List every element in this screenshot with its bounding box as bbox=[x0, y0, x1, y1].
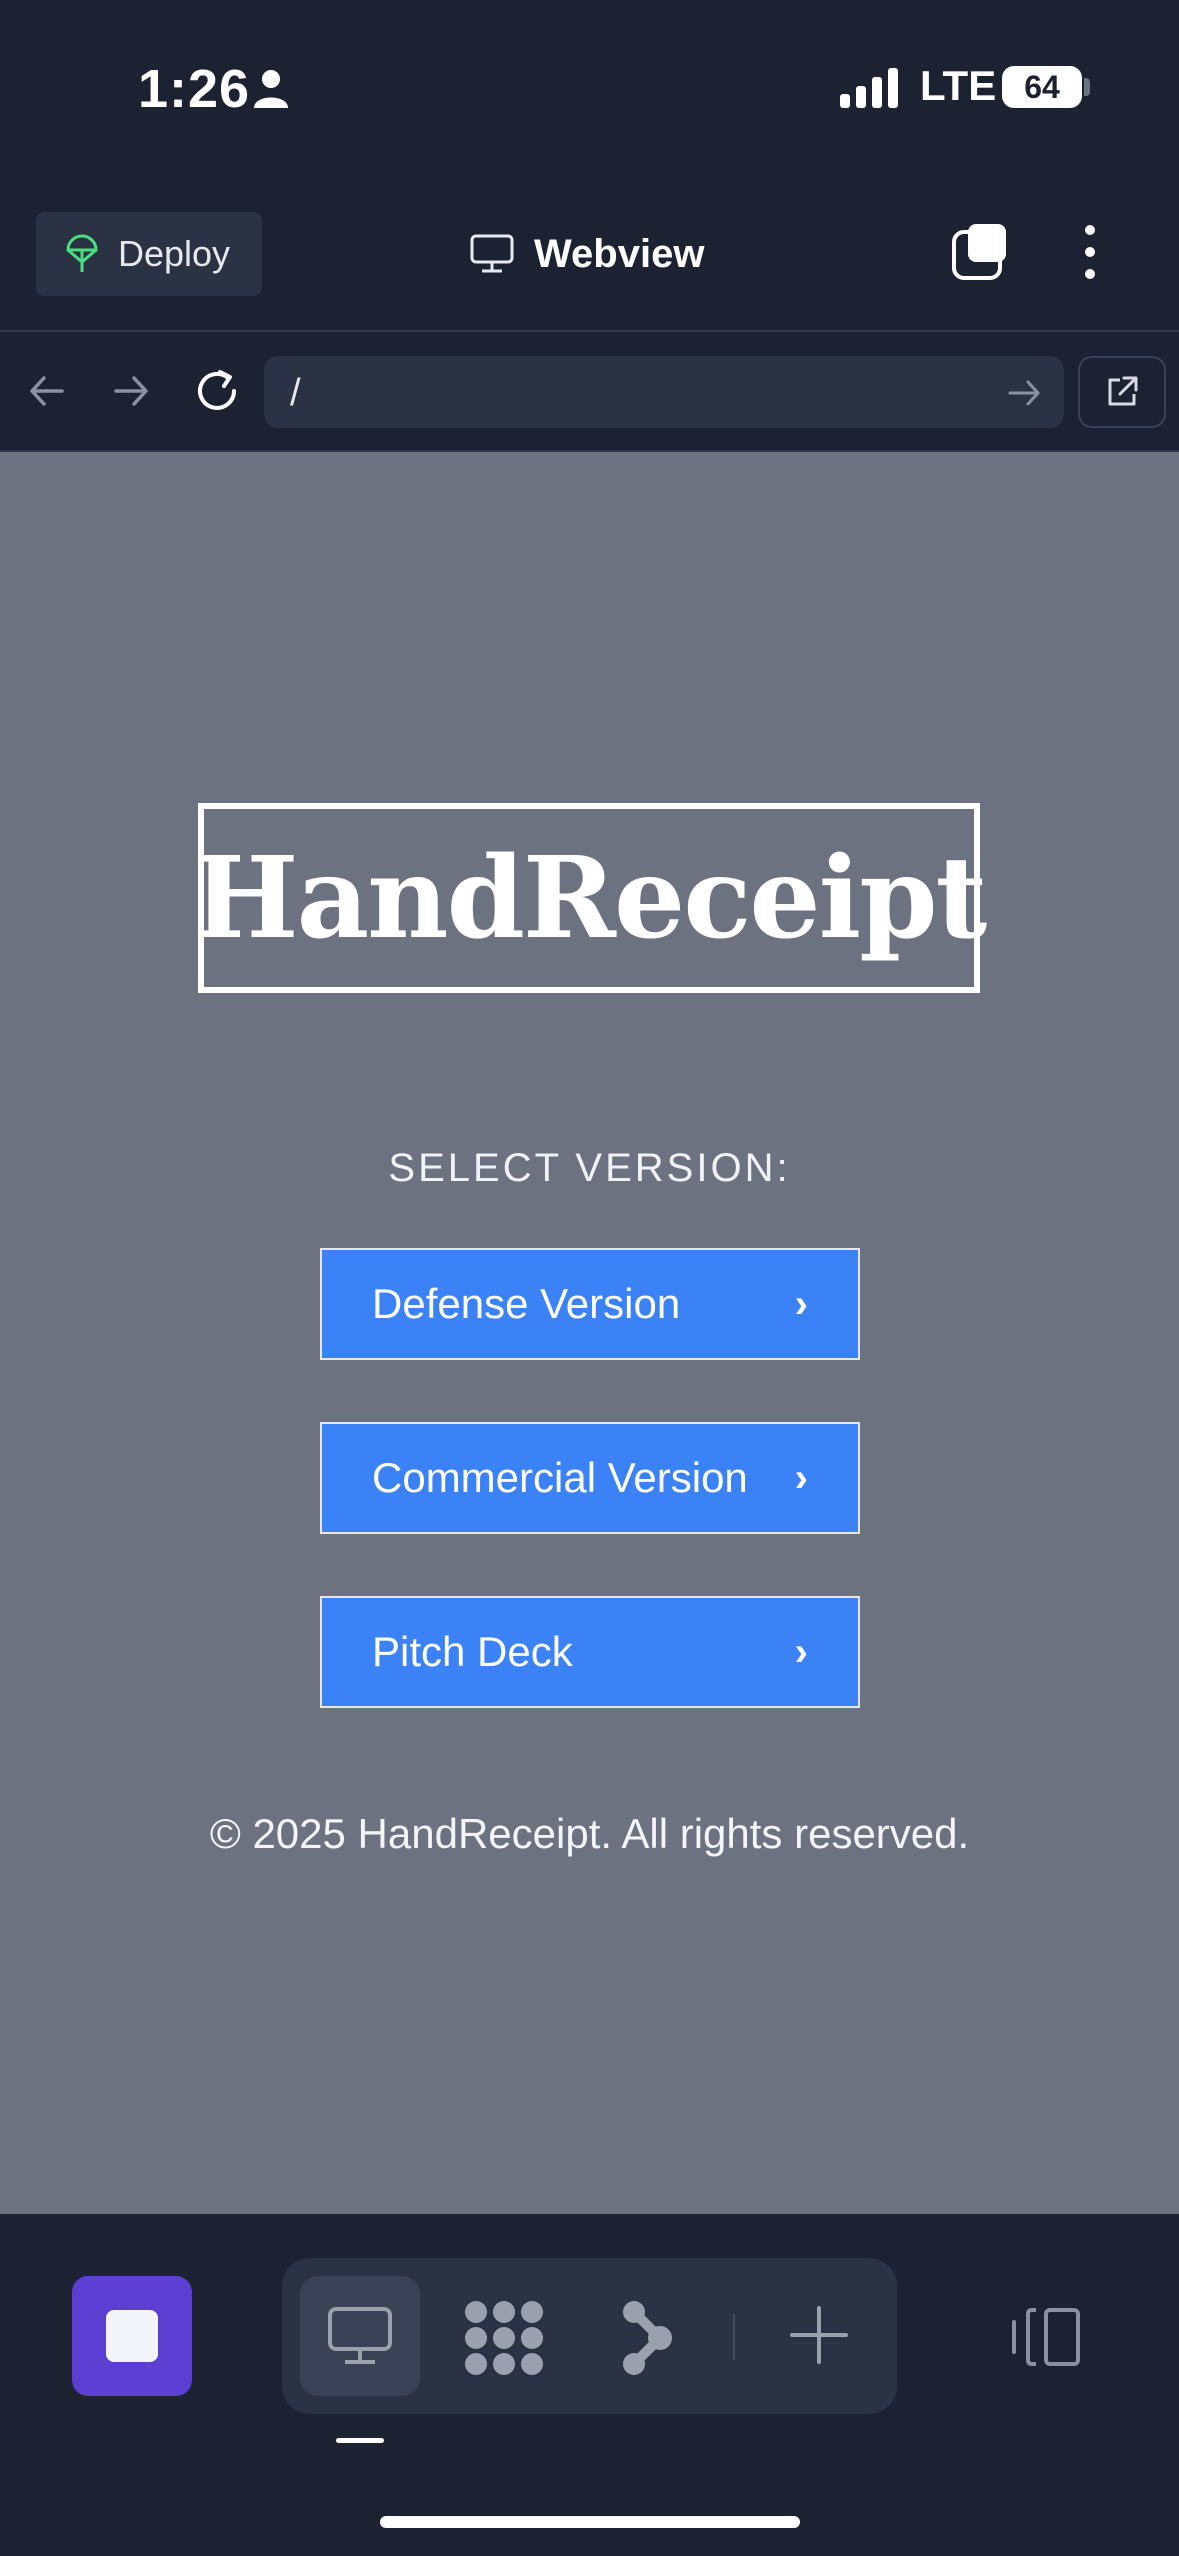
deploy-button[interactable]: Deploy bbox=[36, 212, 262, 296]
go-arrow-icon[interactable] bbox=[1006, 376, 1044, 410]
more-vertical-icon[interactable] bbox=[1070, 222, 1110, 282]
button-label: Defense Version bbox=[372, 1280, 681, 1327]
select-version-label: SELECT VERSION: bbox=[388, 1146, 791, 1190]
status-time: 1:26 bbox=[138, 59, 251, 119]
webview-monitor-icon bbox=[328, 2307, 392, 2364]
side-panel-icon[interactable] bbox=[1010, 2306, 1082, 2368]
plus-icon[interactable] bbox=[786, 2302, 852, 2368]
chevron-right-icon: › bbox=[794, 1281, 808, 1326]
external-link-icon bbox=[1108, 376, 1138, 406]
logo-frame: HandReceipt bbox=[193, 803, 987, 993]
commercial-version-button[interactable]: Commercial Version › bbox=[320, 1422, 860, 1534]
url-text: / bbox=[290, 372, 301, 414]
battery-nub bbox=[1084, 78, 1090, 96]
stop-button[interactable] bbox=[72, 2276, 192, 2396]
webview-tab-title[interactable]: Webview bbox=[470, 226, 704, 282]
person-icon bbox=[254, 70, 288, 108]
toolbar-separator bbox=[733, 2314, 735, 2360]
divider bbox=[0, 330, 1179, 332]
back-arrow-icon[interactable] bbox=[22, 366, 72, 416]
signal-bars-icon bbox=[840, 68, 898, 108]
pitch-deck-button[interactable]: Pitch Deck › bbox=[320, 1596, 860, 1708]
page-title: Webview bbox=[534, 231, 705, 276]
network-type: LTE bbox=[920, 62, 997, 109]
copyright-text: © 2025 HandReceipt. All rights reserved. bbox=[209, 1810, 970, 1857]
monitor-icon bbox=[470, 234, 514, 273]
open-external-button[interactable] bbox=[1078, 356, 1166, 428]
stop-icon bbox=[106, 2310, 158, 2362]
battery-icon: 64 bbox=[1002, 66, 1082, 108]
grid-dots-icon[interactable] bbox=[462, 2300, 546, 2376]
defense-version-button[interactable]: Defense Version › bbox=[320, 1248, 860, 1360]
active-tab-indicator bbox=[336, 2438, 384, 2443]
logo-text: HandReceipt bbox=[192, 832, 988, 964]
url-input[interactable] bbox=[264, 356, 1064, 428]
button-label: Commercial Version bbox=[372, 1454, 748, 1501]
deploy-icon bbox=[66, 234, 98, 272]
home-indicator[interactable] bbox=[380, 2516, 800, 2528]
tabs-icon[interactable] bbox=[950, 222, 1010, 282]
chevron-right-icon: › bbox=[794, 1455, 808, 1500]
button-label: Pitch Deck bbox=[372, 1628, 573, 1675]
chevron-right-icon: › bbox=[794, 1629, 808, 1674]
reload-icon[interactable] bbox=[190, 364, 244, 418]
deploy-label: Deploy bbox=[118, 233, 231, 274]
webview-tool-button[interactable] bbox=[300, 2276, 420, 2396]
branch-icon[interactable] bbox=[620, 2298, 676, 2378]
forward-arrow-icon[interactable] bbox=[106, 366, 156, 416]
